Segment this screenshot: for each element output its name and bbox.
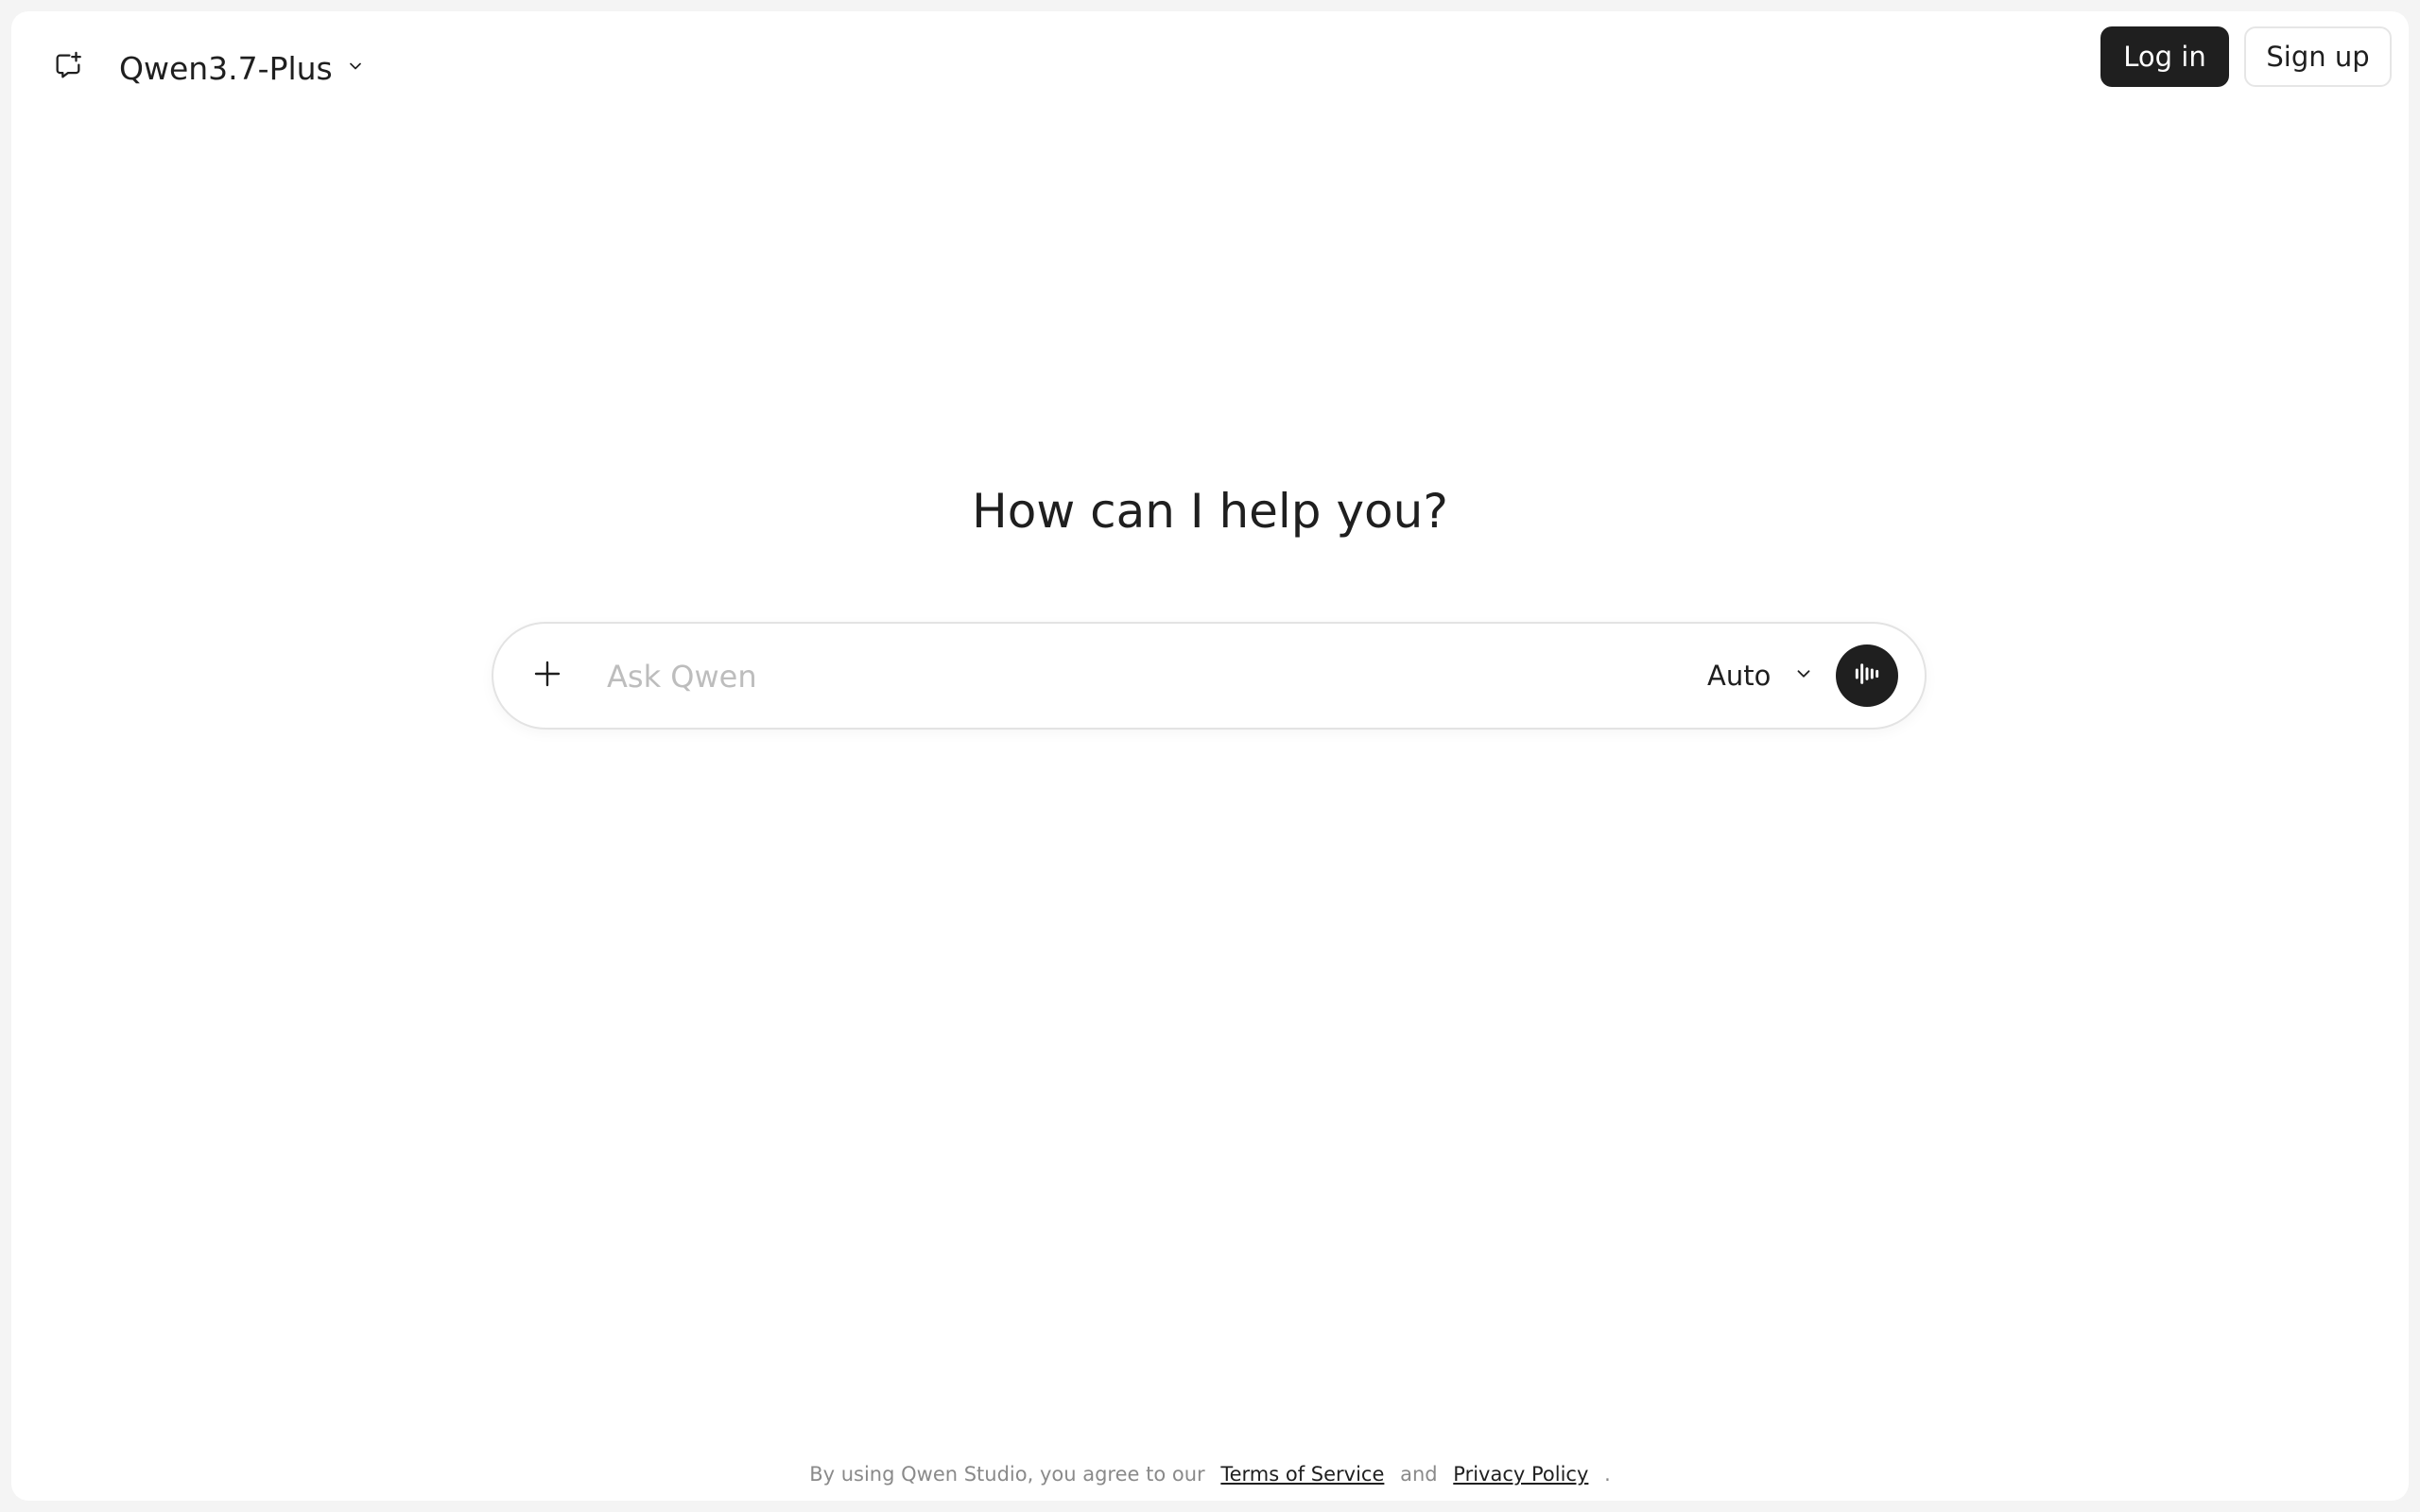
ask-input[interactable] <box>605 643 1460 711</box>
mode-label: Auto <box>1707 660 1772 692</box>
chevron-down-icon <box>1793 663 1814 688</box>
privacy-link[interactable]: Privacy Policy <box>1453 1463 1588 1486</box>
new-chat-button[interactable] <box>38 38 98 98</box>
signup-button[interactable]: Sign up <box>2244 26 2392 87</box>
voice-button[interactable] <box>1836 644 1898 707</box>
attach-button[interactable] <box>518 646 577 705</box>
footer-and: and <box>1400 1463 1438 1486</box>
page-title: How can I help you? <box>972 484 1448 539</box>
chat-composer: Auto <box>492 622 1927 730</box>
app-window: Qwen3.7-Plus Log in Sign up How can I he… <box>11 11 2409 1501</box>
chevron-down-icon <box>346 57 365 79</box>
voice-waveform-icon <box>1852 659 1882 693</box>
legal-footer: By using Qwen Studio, you agree to our T… <box>11 1463 2409 1486</box>
footer-prefix: By using Qwen Studio, you agree to our <box>809 1463 1205 1486</box>
plus-icon <box>530 657 564 695</box>
new-chat-icon <box>52 50 84 86</box>
mode-selector[interactable]: Auto <box>1696 646 1825 705</box>
footer-suffix: . <box>1604 1463 1611 1486</box>
model-name: Qwen3.7-Plus <box>119 49 333 87</box>
terms-link[interactable]: Terms of Service <box>1220 1463 1384 1486</box>
login-button[interactable]: Log in <box>2100 26 2229 87</box>
model-selector[interactable]: Qwen3.7-Plus <box>110 38 374 98</box>
